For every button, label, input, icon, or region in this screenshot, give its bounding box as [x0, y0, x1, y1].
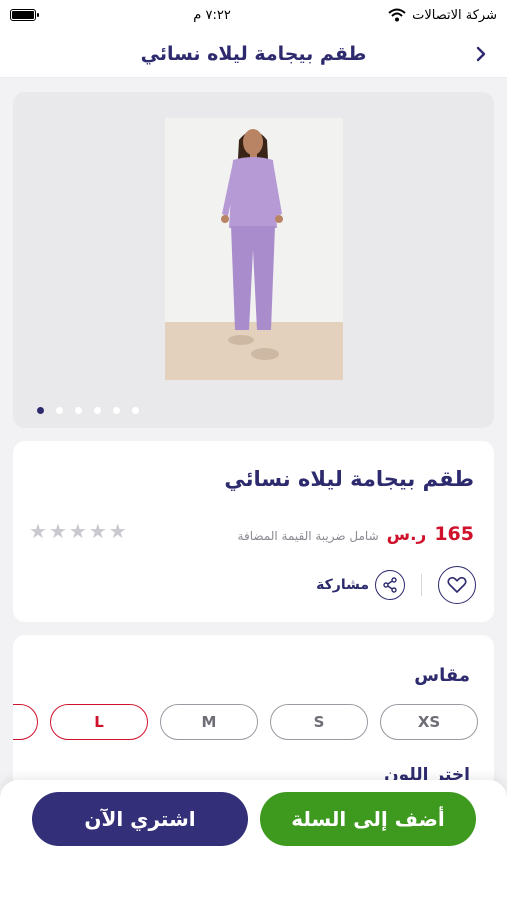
back-button[interactable]	[467, 40, 495, 68]
actions-divider	[421, 574, 422, 596]
wifi-icon	[388, 8, 406, 22]
page-title: طقم بيجامة ليلاه نسائي	[140, 42, 367, 65]
gallery-dot[interactable]	[75, 407, 82, 414]
product-title: طقم بيجامة ليلاه نسائي	[224, 467, 474, 491]
chevron-right-icon	[476, 46, 486, 62]
size-option-l[interactable]: L	[50, 704, 148, 740]
star-icon: ★	[29, 519, 47, 543]
gallery-dot[interactable]	[94, 407, 101, 414]
product-photo	[165, 118, 343, 380]
rating-stars: ★ ★ ★ ★ ★	[29, 521, 127, 541]
price-currency: ر.س	[386, 525, 427, 545]
price-value: 165	[434, 523, 474, 545]
price-row: 165 ر.س شامل ضريبة القيمة المضافة	[238, 523, 474, 545]
nav-bar: طقم بيجامة ليلاه نسائي	[0, 30, 507, 78]
product-actions: مشاركة	[316, 566, 476, 604]
star-icon: ★	[68, 519, 87, 543]
battery-icon	[10, 9, 39, 21]
status-bar: ٧:٢٢ م شركة الاتصالات	[0, 0, 507, 30]
status-right: شركة الاتصالات	[388, 8, 497, 23]
star-icon: ★	[108, 519, 127, 543]
size-option-m[interactable]: M	[160, 704, 258, 740]
size-heading: مقاس	[414, 665, 470, 686]
share-icon	[383, 577, 397, 593]
star-icon: ★	[48, 519, 67, 543]
favorite-button[interactable]	[438, 566, 476, 604]
status-time: ٧:٢٢ م	[193, 7, 231, 23]
size-options: XS S M L	[13, 704, 478, 740]
product-image-gallery[interactable]	[13, 92, 494, 428]
gallery-dot[interactable]	[37, 407, 44, 414]
gallery-dot[interactable]	[113, 407, 120, 414]
gallery-dot[interactable]	[56, 407, 63, 414]
vat-note: شامل ضريبة القيمة المضافة	[237, 529, 379, 543]
size-option-s[interactable]: S	[270, 704, 368, 740]
product-info-card: طقم بيجامة ليلاه نسائي 165 ر.س شامل ضريب…	[13, 441, 494, 622]
size-option-xs[interactable]: XS	[380, 704, 478, 740]
share-label: مشاركة	[316, 577, 369, 593]
star-icon: ★	[88, 519, 107, 543]
gallery-dots	[37, 407, 139, 414]
size-option-partial[interactable]	[13, 704, 38, 740]
add-to-cart-button[interactable]: أضف إلى السلة	[260, 792, 476, 846]
buy-now-button[interactable]: اشتري الآن	[32, 792, 248, 846]
share-icon-circle	[375, 570, 405, 600]
share-button[interactable]: مشاركة	[316, 570, 405, 600]
gallery-dot[interactable]	[132, 407, 139, 414]
heart-icon	[447, 576, 467, 593]
carrier-label: شركة الاتصالات	[412, 7, 497, 23]
bottom-action-bar: أضف إلى السلة اشتري الآن	[0, 780, 507, 900]
